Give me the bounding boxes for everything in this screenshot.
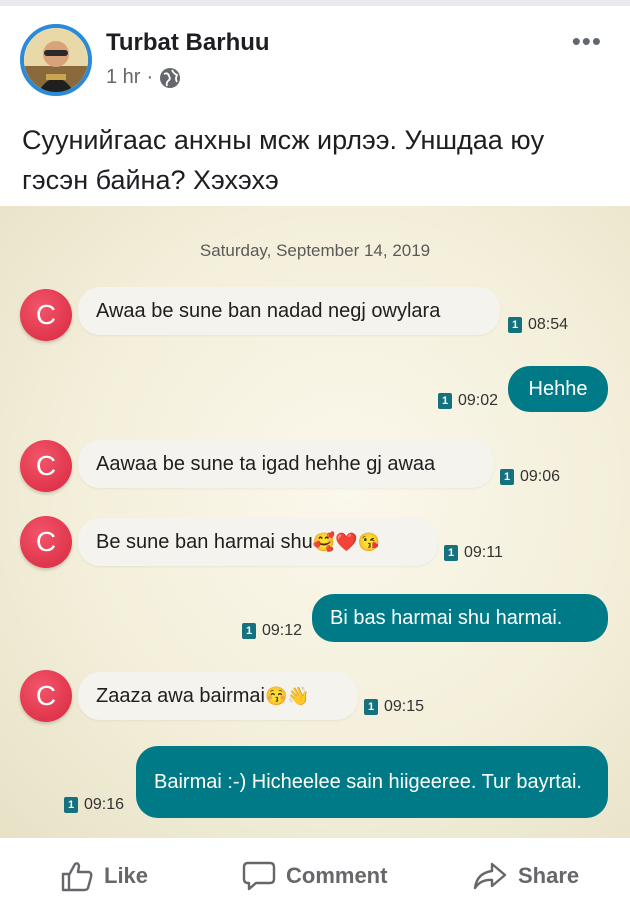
message-text: Hehhe — [528, 377, 588, 400]
chat-screenshot[interactable]: Saturday, September 14, 2019 C Awaa be s… — [0, 206, 630, 838]
message-timestamp: 1 09:12 — [242, 622, 302, 640]
post-actions-bar: Like Comment Share — [0, 838, 630, 907]
globe-icon — [160, 67, 181, 88]
sim-icon: 1 — [364, 699, 378, 715]
message-timestamp: 1 09:06 — [500, 468, 560, 486]
post-time[interactable]: 1 hr — [106, 66, 140, 89]
share-arrow-icon — [473, 862, 507, 890]
message-text: Aawaa be sune ta igad hehhe gj awaa — [96, 452, 436, 475]
message-text: Be sune ban harmai shu — [96, 530, 313, 553]
share-label: Share — [518, 863, 580, 888]
message-bubble-incoming: Awaa be sune ban nadad negj owylara — [78, 287, 500, 335]
message-timestamp: 1 09:16 — [64, 796, 124, 814]
message-bubble-outgoing: Bi bas harmai shu harmai. — [312, 594, 608, 642]
post-meta: 1 hr · — [106, 66, 181, 89]
author-name[interactable]: Turbat Barhuu — [106, 29, 270, 57]
message-timestamp: 1 08:54 — [508, 316, 568, 334]
message-timestamp: 1 09:02 — [438, 392, 498, 410]
message-bubble-outgoing: Hehhe — [508, 366, 608, 412]
sim-icon: 1 — [64, 797, 78, 813]
message-bubble-incoming: Zaaza awa bairmai 😚👋 — [78, 672, 358, 720]
sim-icon: 1 — [508, 317, 522, 333]
sim-icon: 1 — [242, 623, 256, 639]
message-emoji: 🥰❤️😘 — [312, 531, 381, 552]
author-avatar[interactable] — [20, 24, 92, 96]
contact-avatar: C — [20, 289, 72, 341]
message-bubble-incoming: Be sune ban harmai shu 🥰❤️😘 — [78, 518, 438, 566]
message-bubble-outgoing: Bairmai :-) Hicheelee sain hiigeeree. Tu… — [136, 746, 608, 818]
sim-icon: 1 — [444, 545, 458, 561]
sim-icon: 1 — [438, 393, 452, 409]
message-bubble-incoming: Aawaa be sune ta igad hehhe gj awaa — [78, 440, 494, 488]
share-button[interactable]: Share — [472, 860, 579, 892]
message-text: Zaaza awa bairmai — [96, 684, 265, 707]
contact-avatar: C — [20, 670, 72, 722]
message-text: Awaa be sune ban nadad negj owylara — [96, 299, 441, 322]
message-emoji: 😚👋 — [264, 685, 310, 706]
sim-icon: 1 — [500, 469, 514, 485]
message-timestamp: 1 09:15 — [364, 698, 424, 716]
meta-separator: · — [146, 66, 154, 88]
chat-date: Saturday, September 14, 2019 — [199, 241, 431, 260]
contact-avatar: C — [20, 516, 72, 568]
post-text: Суунийгаас анхны мсж ирлээ. Уншдаа юу гэ… — [22, 125, 545, 195]
thumbs-up-icon — [61, 862, 93, 892]
comment-label: Comment — [286, 863, 388, 888]
comment-button[interactable]: Comment — [242, 860, 387, 892]
like-label: Like — [104, 863, 149, 888]
comment-icon — [242, 861, 276, 891]
message-timestamp: 1 09:11 — [444, 544, 503, 562]
message-text: Bi bas harmai shu harmai. — [330, 606, 563, 629]
contact-avatar: C — [20, 440, 72, 492]
avatar-photo — [24, 28, 88, 92]
like-button[interactable]: Like — [60, 860, 148, 892]
message-text: Bairmai :-) Hicheelee sain hiigeeree. Tu… — [154, 771, 582, 793]
top-divider — [0, 0, 630, 6]
more-options-icon[interactable]: ••• — [572, 26, 602, 57]
